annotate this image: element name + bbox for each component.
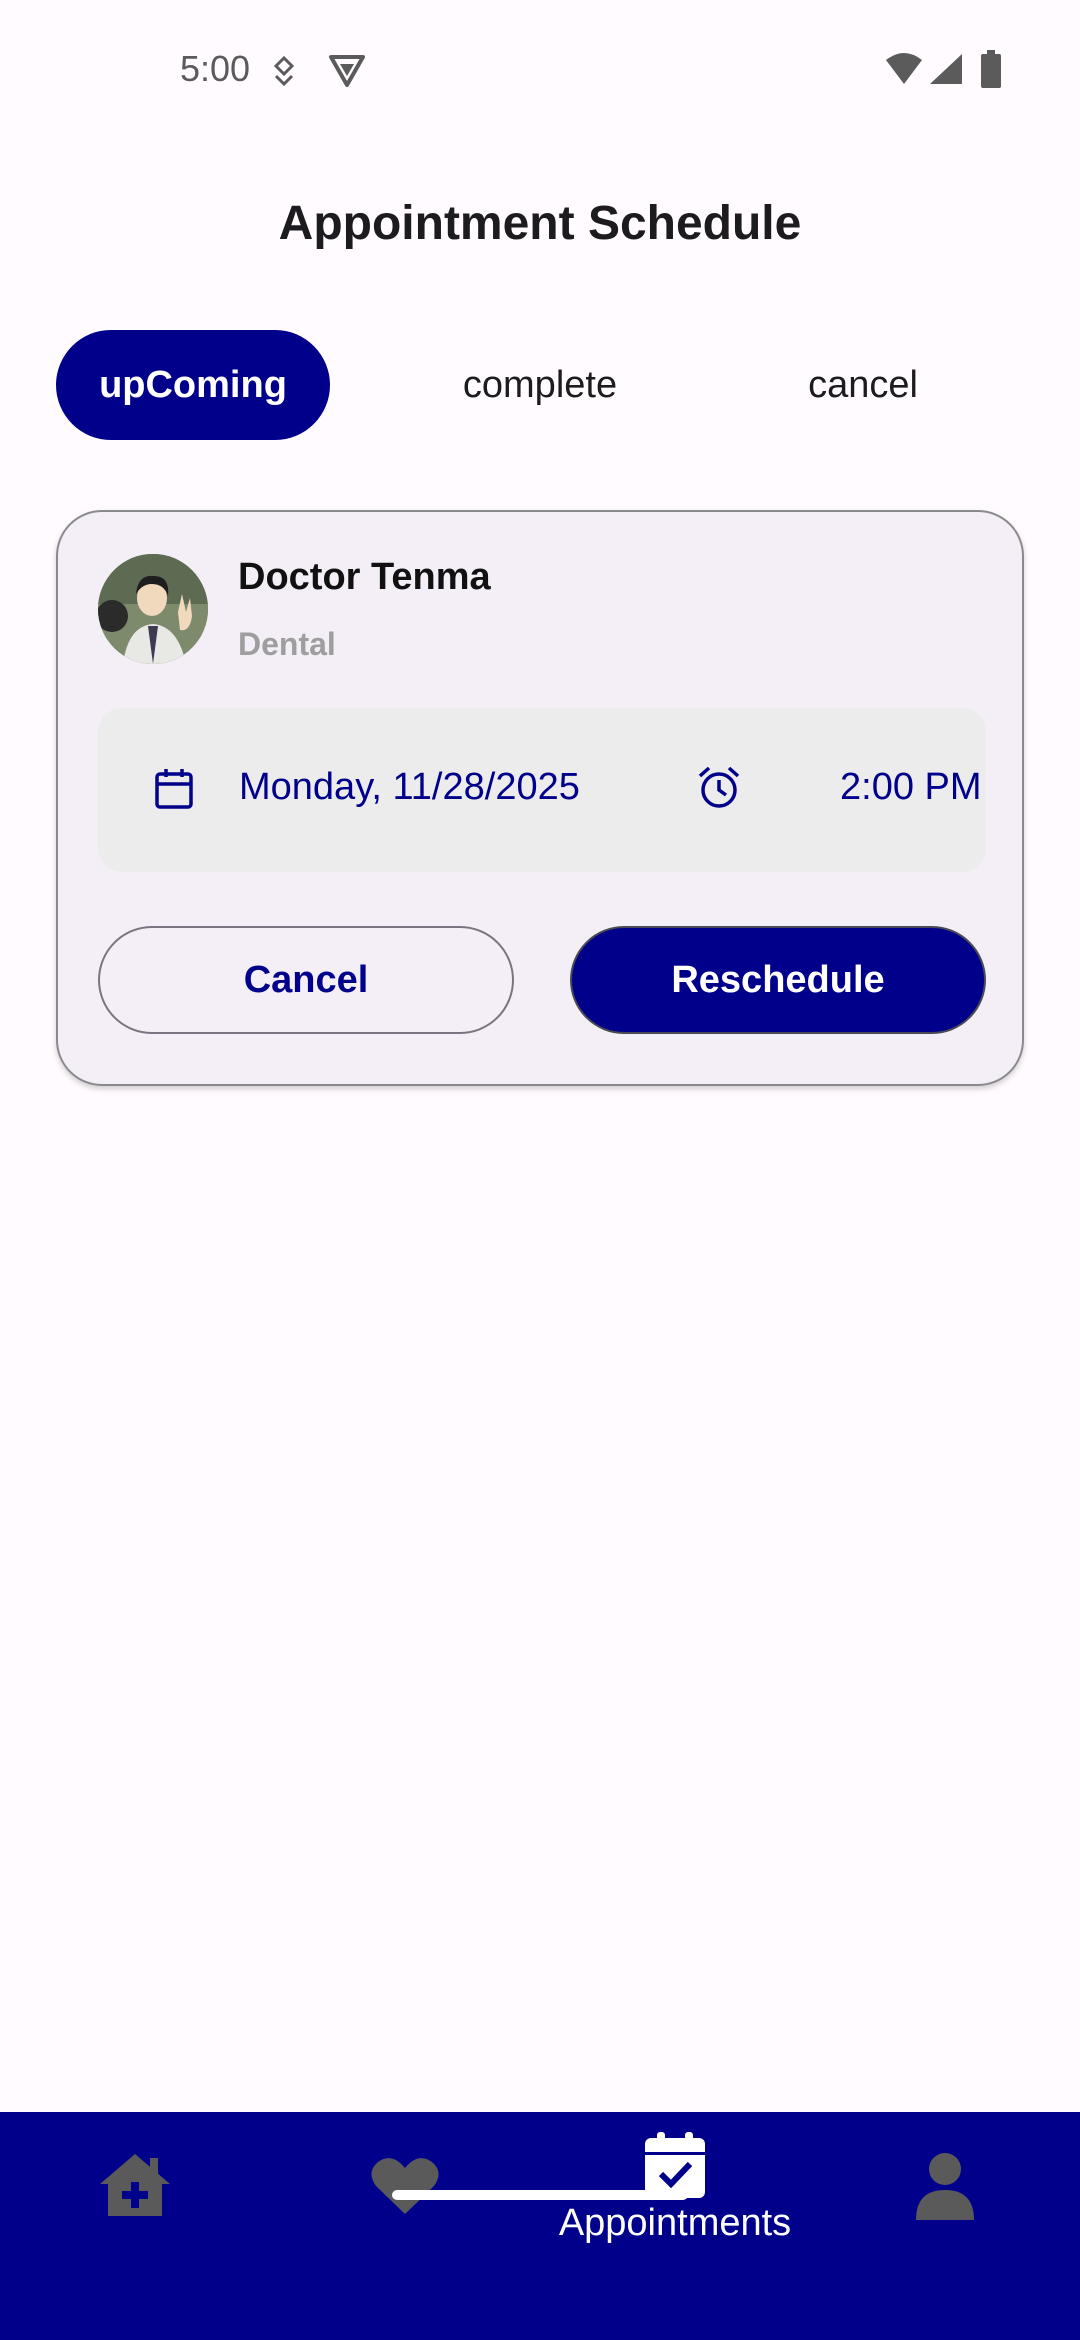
home-medical-icon bbox=[100, 2154, 170, 2216]
appointment-time: 2:00 PM bbox=[840, 766, 982, 808]
reschedule-button[interactable]: Reschedule bbox=[570, 926, 986, 1034]
nav-item-favorites[interactable] bbox=[270, 2112, 540, 2312]
nav-item-home[interactable] bbox=[0, 2112, 270, 2312]
status-bar: 5:00 bbox=[0, 0, 1080, 140]
tab-upcoming[interactable]: upComing bbox=[56, 330, 330, 440]
heart-icon bbox=[371, 2158, 439, 2214]
data-saver-icon bbox=[270, 56, 298, 86]
cancel-appointment-button[interactable]: Cancel bbox=[98, 926, 514, 1034]
shield-icon bbox=[328, 54, 366, 88]
home-indicator bbox=[392, 2190, 688, 2200]
doctor-specialty: Dental bbox=[238, 626, 336, 662]
person-icon bbox=[916, 2153, 974, 2220]
calendar-icon bbox=[154, 768, 194, 810]
page-title: Appointment Schedule bbox=[278, 197, 802, 250]
doctor-name: Doctor Tenma bbox=[238, 556, 491, 598]
nav-item-appointments[interactable]: Appointments bbox=[540, 2112, 810, 2312]
status-tabs: upComing complete cancel bbox=[0, 330, 1080, 440]
appointment-date: Monday, 11/28/2025 bbox=[239, 766, 580, 808]
tab-cancel[interactable]: cancel bbox=[740, 330, 986, 440]
doctor-avatar bbox=[98, 554, 208, 664]
status-time: 5:00 bbox=[180, 48, 251, 89]
appointment-card: Doctor Tenma Dental Monday, 11/28/2025 2… bbox=[56, 510, 1024, 1086]
nav-item-profile[interactable] bbox=[810, 2112, 1080, 2312]
appointment-schedule-screen: 5:00 Appointment Schedule upComing compl… bbox=[0, 0, 1080, 2340]
appointment-datetime: Monday, 11/28/2025 2:00 PM bbox=[98, 708, 986, 872]
calendar-check-icon bbox=[645, 2132, 705, 2198]
battery-icon bbox=[980, 50, 1002, 88]
signal-icon bbox=[928, 52, 964, 86]
bottom-navigation: Appointments bbox=[0, 2112, 1080, 2340]
tab-complete[interactable]: complete bbox=[400, 330, 680, 440]
nav-label-appointments: Appointments bbox=[558, 2202, 792, 2244]
alarm-clock-icon bbox=[698, 766, 740, 810]
wifi-icon bbox=[884, 52, 924, 86]
